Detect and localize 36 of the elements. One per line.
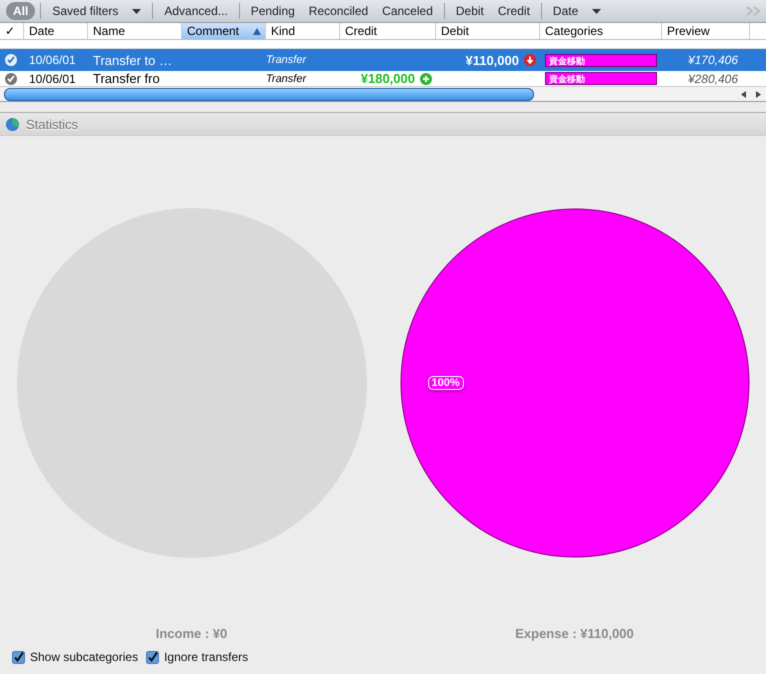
column-header[interactable]: ✓ [0, 23, 24, 39]
preview-text: ¥280,406 [688, 72, 738, 86]
column-header[interactable]: Comment [182, 23, 266, 39]
column-header[interactable]: Categories [540, 23, 662, 39]
income-total: Income : ¥0 [156, 626, 228, 641]
kind-text: Transfer [266, 54, 306, 66]
filter-button[interactable]: Credit [492, 2, 536, 20]
statistics-title: Statistics [26, 116, 78, 132]
filter-menu-button[interactable]: Date [546, 2, 608, 20]
option-checkbox[interactable]: Show subcategories [12, 650, 138, 664]
column-header[interactable]: Debit [436, 23, 540, 39]
name-text: Transfer fro [93, 71, 160, 86]
percentage-label: 100% [428, 376, 464, 390]
date-text: 10/06/01 [29, 72, 76, 86]
column-header[interactable]: Kind [266, 23, 340, 39]
filter-button[interactable]: Advanced... [158, 2, 234, 20]
category-tag: 資金移動 [545, 72, 657, 85]
table-row[interactable]: 10/06/01 Transfer to … Transfer ¥110,000 資金移動 ¥170,406 [0, 49, 766, 71]
table-row[interactable]: 10/06/01 Transfer fro Transfer ¥180,000 資金移動 ¥280,406 [0, 71, 766, 86]
filter-button[interactable]: Reconciled [302, 2, 374, 20]
column-header[interactable]: Preview [662, 23, 750, 39]
date-text: 10/06/01 [29, 53, 76, 67]
category-tag: 資金移動 [545, 54, 657, 66]
filter-button[interactable]: Pending [244, 2, 301, 20]
filter-button[interactable]: Canceled [376, 2, 439, 20]
filter-button[interactable]: Debit [450, 2, 490, 20]
preview-text: ¥170,406 [688, 53, 738, 67]
filter-menu-button[interactable]: Saved filters [46, 2, 148, 20]
credit-amount: ¥180,000 [360, 71, 415, 86]
column-header[interactable]: Credit [340, 23, 436, 39]
debit-amount: ¥110,000 [465, 52, 519, 68]
expense-total: Expense : ¥110,000 [515, 626, 634, 641]
option-checkbox[interactable]: Ignore transfers [146, 650, 248, 664]
name-text: Transfer to … [93, 52, 172, 68]
kind-text: Transfer [266, 72, 306, 84]
column-header[interactable]: Date [24, 23, 88, 39]
